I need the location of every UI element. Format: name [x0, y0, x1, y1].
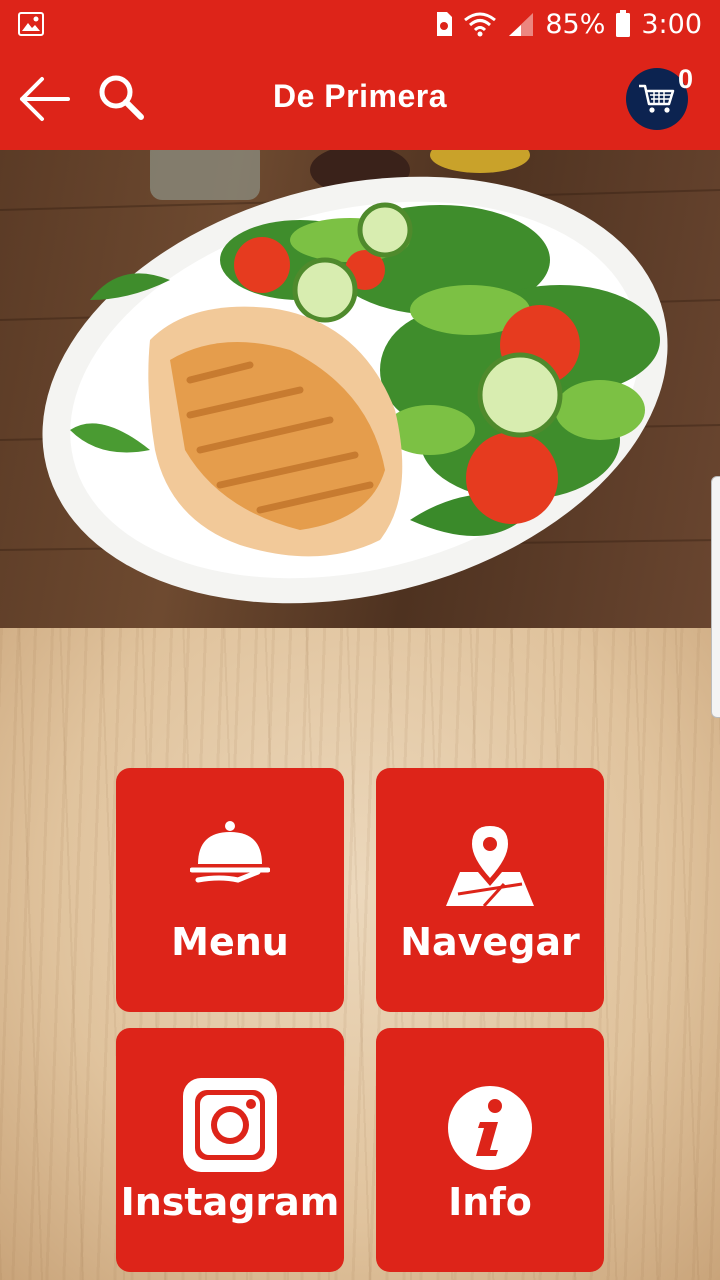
page-title: De Primera — [273, 78, 447, 114]
status-bar: 85% 3:00 — [0, 0, 720, 48]
cart-icon — [639, 84, 675, 113]
battery-percentage: 85% — [545, 8, 606, 40]
cloche-icon — [190, 821, 270, 883]
menu-tile[interactable]: Menu — [116, 768, 344, 1012]
app-bar: De Primera 0 — [0, 48, 720, 150]
navegar-tile[interactable]: Navegar — [376, 768, 604, 1012]
info-icon — [448, 1086, 532, 1170]
instagram-tile-label: Instagram — [120, 1180, 340, 1224]
signal-icon — [507, 11, 535, 37]
wifi-icon — [463, 11, 497, 37]
image-icon — [18, 12, 44, 36]
cart-count-badge: 0 — [678, 64, 694, 94]
battery-icon — [615, 10, 631, 38]
info-tile-label: Info — [448, 1180, 532, 1224]
scroll-handle[interactable] — [711, 476, 720, 718]
instagram-icon — [183, 1078, 277, 1172]
hero-image — [0, 150, 720, 628]
info-tile[interactable]: Info — [376, 1028, 604, 1272]
navegar-tile-label: Navegar — [400, 920, 580, 964]
sim-icon — [435, 11, 453, 37]
map-pin-icon — [446, 826, 534, 908]
wood-background — [0, 628, 720, 1280]
menu-tile-label: Menu — [171, 920, 289, 964]
clock: 3:00 — [641, 8, 702, 40]
instagram-tile[interactable]: Instagram — [116, 1028, 344, 1272]
